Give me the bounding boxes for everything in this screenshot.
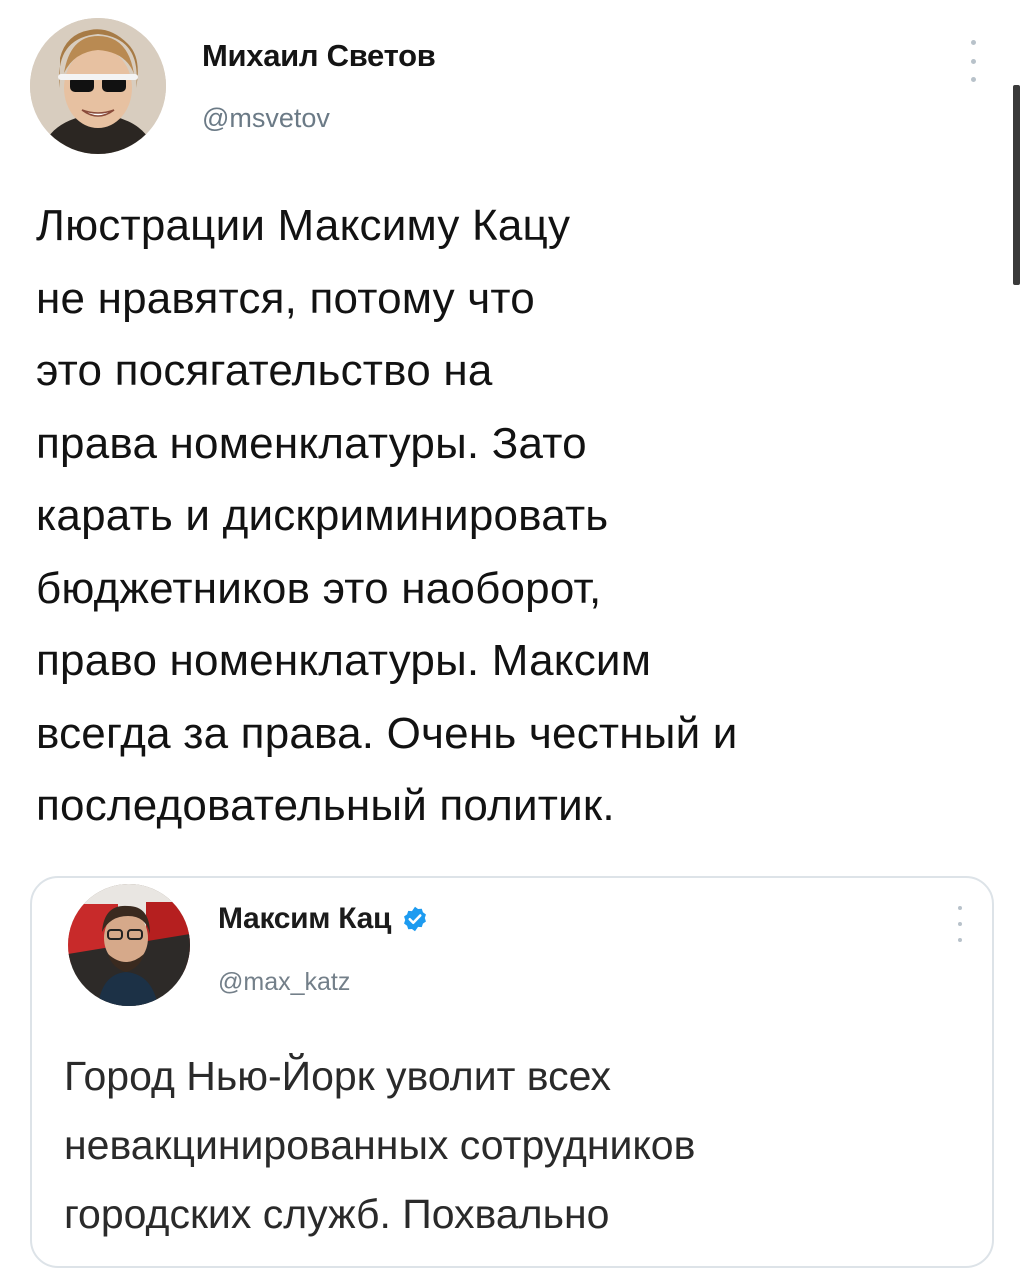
- author-avatar[interactable]: [30, 18, 166, 154]
- quoted-author-handle[interactable]: @max_katz: [218, 968, 350, 997]
- author-name[interactable]: Михаил Светов: [202, 38, 436, 74]
- quoted-author-avatar[interactable]: [68, 884, 190, 1006]
- tweet-text: Люстрации Максиму Кацу не нравятся, пото…: [36, 201, 738, 830]
- tweet: Михаил Светов @msvetov Люстрации Максиму…: [0, 0, 1025, 1280]
- quoted-author-name[interactable]: Максим Кац: [218, 902, 391, 936]
- quoted-author-avatar-image: [68, 884, 190, 1006]
- quoted-more-vertical-icon[interactable]: [950, 906, 970, 942]
- scrollbar[interactable]: [1013, 85, 1020, 285]
- quoted-tweet-text: Город Нью-Йорк уволит всех невакцинирова…: [64, 1053, 696, 1237]
- more-vertical-icon[interactable]: [958, 40, 988, 82]
- verified-badge-icon: [404, 906, 427, 932]
- author-handle[interactable]: @msvetov: [202, 103, 330, 134]
- quoted-tweet[interactable]: Максим Кац @max_katz Город Нью-Йорк увол…: [30, 876, 994, 1268]
- author-avatar-image: [30, 18, 166, 154]
- quoted-author-name-row: Максим Кац: [218, 902, 429, 936]
